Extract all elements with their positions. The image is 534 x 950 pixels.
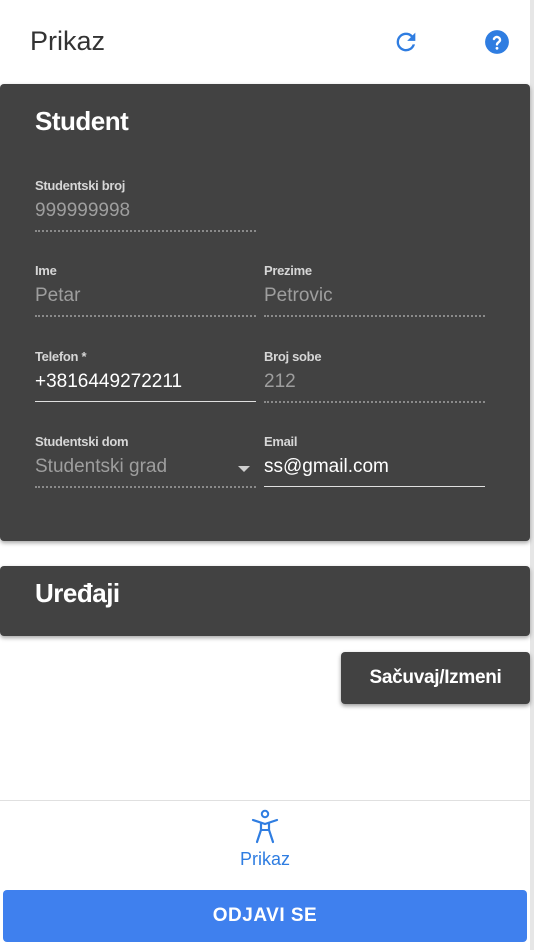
chevron-down-icon[interactable]	[0, 0, 20, 14]
room-label: Broj sobe	[264, 349, 322, 364]
refresh-icon[interactable]	[392, 28, 420, 56]
phone-value: +3816449272211	[35, 371, 183, 392]
nav-item-prikaz[interactable]: Prikaz	[215, 801, 315, 885]
student-number-label: Studentski broj	[35, 178, 126, 193]
devices-panel-title[interactable]: Uređaji	[35, 578, 120, 609]
scrollbar-track	[530, 0, 534, 950]
save-edit-button[interactable]: Sačuvaj/Izmeni	[341, 652, 530, 704]
accessibility-icon	[251, 809, 279, 844]
dorm-value: Studentski grad	[35, 456, 168, 477]
field-underline	[264, 315, 485, 317]
nav-label-prikaz: Prikaz	[239, 849, 290, 869]
last-name-value: Petrovic	[264, 285, 333, 306]
bottom-navigation: Prikaz	[0, 800, 530, 884]
field-underline	[35, 230, 256, 232]
help-icon[interactable]	[484, 29, 510, 55]
room-value: 212	[264, 371, 296, 392]
student-panel-title[interactable]: Student	[35, 106, 129, 137]
dorm-label: Studentski dom	[35, 434, 129, 449]
field-underline	[35, 315, 256, 317]
logout-button[interactable]: ODJAVI SE	[3, 890, 527, 942]
field-underline	[35, 486, 256, 488]
phone-label: Telefon *	[35, 349, 87, 364]
field-underline	[264, 401, 485, 403]
email-label: Email	[264, 434, 298, 449]
email-value: ss@gmail.com	[264, 456, 389, 477]
devices-panel[interactable]: Uređaji	[0, 566, 530, 636]
dropdown-arrow-icon[interactable]	[238, 466, 250, 472]
field-underline	[35, 401, 256, 402]
last-name-label: Prezime	[264, 263, 312, 278]
app-header: Prikaz	[0, 0, 530, 84]
first-name-value: Petar	[35, 285, 81, 306]
student-number-value: 999999998	[35, 200, 131, 221]
page-title: Prikaz	[30, 26, 106, 56]
field-underline	[264, 486, 485, 487]
first-name-label: Ime	[35, 263, 57, 278]
